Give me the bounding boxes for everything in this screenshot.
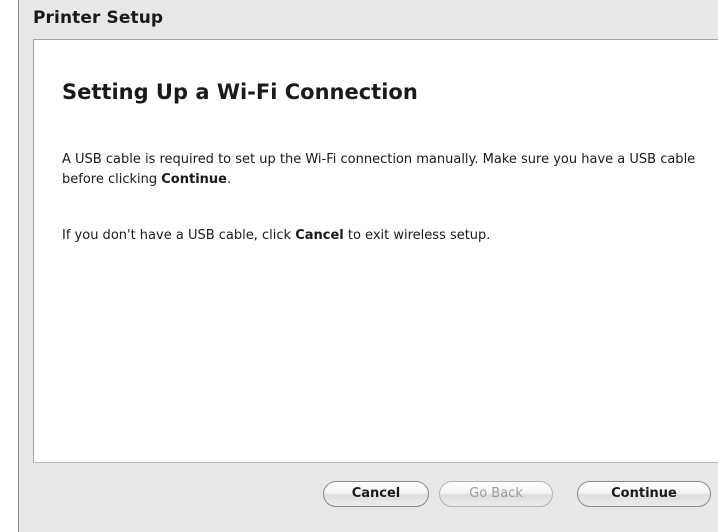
no-usb-cable-text-end: to exit wireless setup. bbox=[343, 228, 491, 243]
usb-requirement-text-end: . bbox=[227, 172, 232, 187]
usb-requirement-text: A USB cable is required to set up the Wi… bbox=[62, 150, 702, 190]
panel-heading: Setting Up a Wi-Fi Connection bbox=[62, 80, 418, 104]
go-back-button[interactable]: Go Back bbox=[439, 481, 553, 507]
no-usb-cable-text: If you don't have a USB cable, click Can… bbox=[62, 226, 702, 246]
printer-setup-window: Printer Setup Setting Up a Wi-Fi Connect… bbox=[18, 0, 718, 532]
window-title: Printer Setup bbox=[33, 8, 164, 28]
button-bar: Cancel Go Back Continue bbox=[19, 463, 718, 532]
content-panel: Setting Up a Wi-Fi Connection A USB cabl… bbox=[33, 39, 718, 463]
no-usb-cable-text-start: If you don't have a USB cable, click bbox=[62, 228, 296, 243]
usb-requirement-text-start: A USB cable is required to set up the Wi… bbox=[62, 152, 696, 187]
cancel-button[interactable]: Cancel bbox=[323, 481, 429, 507]
continue-emphasis: Continue bbox=[161, 172, 227, 187]
cancel-emphasis: Cancel bbox=[295, 228, 344, 243]
continue-button[interactable]: Continue bbox=[577, 481, 711, 507]
